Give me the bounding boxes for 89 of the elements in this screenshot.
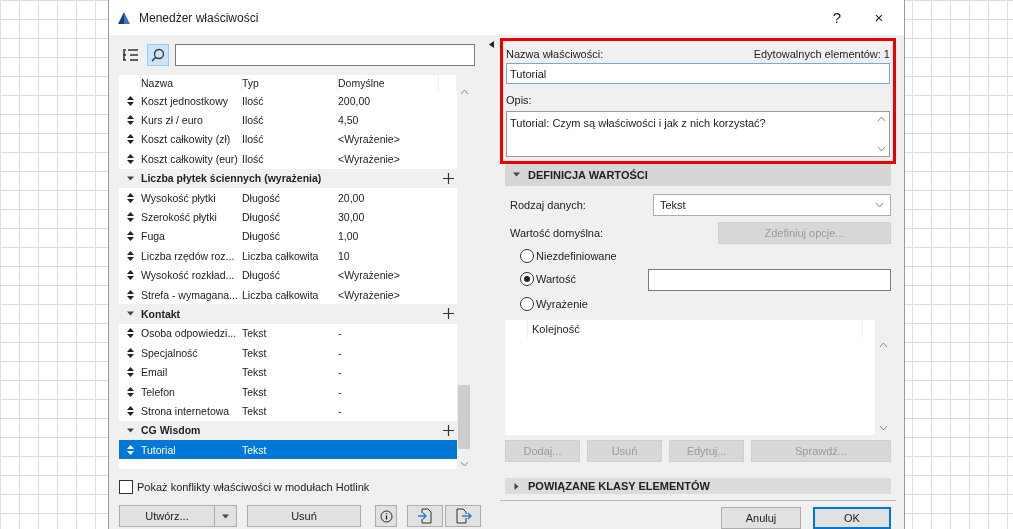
data-type-dropdown[interactable]: Tekst bbox=[653, 193, 891, 216]
delete-button[interactable]: Usuń bbox=[247, 505, 361, 527]
scroll-up-icon[interactable] bbox=[878, 341, 888, 348]
section-header[interactable]: DEFINICJA WARTOŚCI bbox=[505, 164, 891, 186]
group-row[interactable]: CG Wisdom bbox=[119, 420, 457, 441]
property-row[interactable]: Telefon Tekst - bbox=[119, 381, 457, 402]
scroll-down-icon[interactable] bbox=[876, 146, 886, 152]
drag-handle-icon[interactable] bbox=[126, 250, 134, 261]
group-row[interactable]: Kontakt bbox=[119, 304, 457, 324]
expand-triangle-icon[interactable] bbox=[513, 482, 520, 490]
drag-handle-icon[interactable] bbox=[126, 367, 134, 378]
property-row[interactable]: Email Tekst - bbox=[119, 362, 457, 382]
column-header[interactable]: Kolejność bbox=[527, 319, 863, 338]
app-logo-icon bbox=[117, 10, 131, 25]
property-row[interactable]: Koszt całkowity (eur) Ilość <Wyrażenie> bbox=[119, 149, 457, 169]
drag-handle-icon[interactable] bbox=[126, 289, 134, 300]
drag-handle-icon[interactable] bbox=[126, 405, 134, 416]
property-row[interactable]: Liczba rzędów roz... Liczba całkowita 10 bbox=[119, 246, 457, 266]
search-field[interactable] bbox=[175, 44, 475, 66]
property-row[interactable]: Specjalność Tekst - bbox=[119, 343, 457, 363]
radio-option[interactable]: Niezdefiniowane bbox=[520, 245, 648, 266]
property-row[interactable]: Strefa - wymagana... Liczba całkowita <Wyrażenie> bbox=[119, 284, 457, 305]
column-header[interactable]: Typ bbox=[242, 75, 338, 91]
drag-handle-icon[interactable] bbox=[126, 192, 134, 203]
scrollbar-thumb[interactable] bbox=[458, 385, 470, 449]
import-button[interactable] bbox=[407, 505, 443, 527]
expand-triangle-icon[interactable] bbox=[513, 171, 520, 179]
property-row[interactable]: Tutorial Tekst bbox=[119, 440, 457, 460]
drag-handle-icon[interactable] bbox=[126, 95, 134, 106]
info-button[interactable] bbox=[375, 505, 397, 527]
export-icon bbox=[454, 508, 472, 524]
radio-option[interactable]: Wyrażenie bbox=[520, 293, 648, 314]
add-icon[interactable] bbox=[442, 424, 454, 436]
section-header[interactable]: POWIĄZANE KLASY ELEMENTÓW bbox=[505, 478, 891, 494]
column-header[interactable]: Nazwa bbox=[141, 75, 242, 91]
scroll-down-icon[interactable] bbox=[459, 461, 469, 467]
scroll-up-icon[interactable] bbox=[876, 116, 886, 122]
property-row[interactable]: Fuga Długość 1,00 bbox=[119, 226, 457, 247]
drag-handle-icon[interactable] bbox=[126, 231, 134, 242]
expand-triangle-icon[interactable] bbox=[126, 174, 134, 182]
drag-handle-icon[interactable] bbox=[126, 386, 134, 397]
value-field[interactable] bbox=[648, 268, 891, 291]
field-label: Rodzaj danych: bbox=[510, 198, 587, 211]
collapse-arrow-icon[interactable] bbox=[489, 41, 494, 48]
drag-handle-icon[interactable] bbox=[126, 134, 134, 145]
chevron-icon[interactable] bbox=[875, 201, 884, 208]
scroll-down-icon[interactable] bbox=[878, 425, 888, 432]
add-icon[interactable] bbox=[442, 172, 454, 184]
group-row[interactable]: Liczba płytek ściennych (wyrażenia) bbox=[119, 168, 457, 188]
property-row[interactable]: Koszt całkowity (zł) Ilość <Wyrażenie> bbox=[119, 129, 457, 150]
editable-count: Edytowalnych elementów: 1 bbox=[753, 48, 890, 60]
scroll-up-icon[interactable] bbox=[459, 89, 469, 95]
field-label: Wartość domyślna: bbox=[510, 226, 605, 239]
info-icon bbox=[379, 509, 393, 523]
name-field[interactable]: Tutorial bbox=[506, 63, 890, 84]
property-row[interactable]: Strona internetowa Tekst - bbox=[119, 401, 457, 421]
window-title: Menedżer właściwości bbox=[139, 10, 260, 25]
property-row[interactable]: Wysokość rozkład... Długość <Wyrażenie> bbox=[119, 265, 457, 285]
expand-triangle-icon[interactable] bbox=[126, 426, 134, 434]
radio-option[interactable]: Wartość bbox=[520, 268, 648, 289]
property-row[interactable]: Wysokość płytki Długość 20,00 bbox=[119, 187, 457, 208]
property-row[interactable]: Kurs zł / euro Ilość 4,50 bbox=[119, 110, 457, 130]
drag-handle-icon[interactable] bbox=[126, 328, 134, 339]
description-field[interactable]: Tutorial: Czym są właściwości i jak z nich korzystać? bbox=[506, 111, 890, 157]
property-row[interactable]: Koszt jednostkowy Ilość 200,00 bbox=[119, 91, 457, 111]
drag-handle-icon[interactable] bbox=[126, 347, 134, 358]
checkbox[interactable] bbox=[119, 480, 133, 494]
column-header[interactable]: Domyślne bbox=[338, 75, 439, 91]
expand-triangle-icon[interactable] bbox=[126, 310, 134, 318]
property-row[interactable]: Szerokość płytki Długość 30,00 bbox=[119, 207, 457, 227]
create-button[interactable]: Utwórz... bbox=[119, 505, 215, 527]
add-icon[interactable] bbox=[442, 308, 454, 320]
drag-handle-icon[interactable] bbox=[126, 212, 134, 223]
import-icon bbox=[417, 508, 433, 524]
help-button[interactable]: ? bbox=[820, 9, 854, 26]
caret-icon[interactable] bbox=[222, 512, 229, 520]
field-label: Opis: bbox=[506, 94, 532, 106]
field-label: Nazwa właściwości: bbox=[506, 48, 604, 60]
close-button[interactable]: × bbox=[862, 9, 896, 26]
export-button[interactable] bbox=[445, 505, 481, 527]
drag-handle-icon[interactable] bbox=[126, 270, 134, 281]
checkbox-label[interactable]: Pokaż konflikty właściwości w modułach Hotlink bbox=[137, 481, 370, 493]
search-button[interactable] bbox=[147, 44, 169, 66]
dialog-button[interactable]: Anuluj bbox=[721, 507, 801, 529]
drag-handle-icon[interactable] bbox=[126, 153, 134, 164]
property-row[interactable]: Osoba odpowiedzi... Tekst - bbox=[119, 323, 457, 344]
drag-handle-icon[interactable] bbox=[126, 115, 134, 126]
dialog-button[interactable]: OK bbox=[813, 507, 891, 529]
drag-handle-icon[interactable] bbox=[126, 444, 134, 455]
